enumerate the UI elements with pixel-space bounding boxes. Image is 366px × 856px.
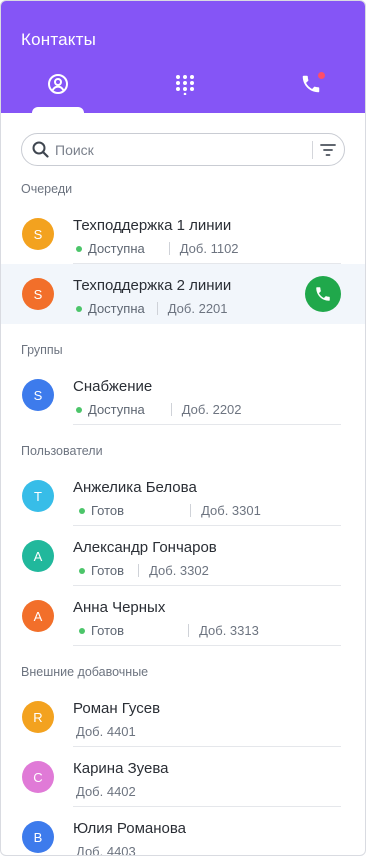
tab-bar [1,65,365,113]
extension: Доб. 2201 [167,301,228,316]
status-dot [79,567,85,574]
status-text: Доступна [88,301,145,316]
status-dot [79,507,85,514]
avatar: C [22,761,54,793]
list-item[interactable]: T Анжелика Белова Готов Доб. 3301 [1,466,365,526]
section-title-groups: Группы [21,343,63,357]
contact-name: Роман Гусев [73,700,161,717]
list-item[interactable]: C Карина Зуева Доб. 4402 [1,747,365,807]
page-title: Контакты [21,30,97,49]
meta-divider [170,403,172,416]
avatar: S [22,218,54,250]
contact-meta: Доступна Доб. 1102 [76,241,239,256]
contact-meta: Готов Доб. 3313 [79,623,259,638]
status-dot [76,406,82,413]
avatar: S [22,278,54,310]
status-text: Доступна [88,402,145,417]
search-divider [312,141,313,159]
avatar: A [22,540,54,572]
avatar: R [22,701,54,733]
filter-icon[interactable] [319,142,337,158]
list-external: R Роман Гусев Доб. 4401 C Карина Зуева Д… [1,687,365,856]
status-text: Доступна [88,241,145,256]
list-item[interactable]: B Юлия Романова Доб. 4403 [1,807,365,856]
list-item[interactable]: S Техподдержка 1 линии Доступна Доб. 110… [1,204,365,264]
status-dot [76,245,82,252]
tab-contacts[interactable] [32,65,84,113]
status-text: Готов [91,503,125,518]
phone-icon [316,287,330,301]
list-queues: S Техподдержка 1 линии Доступна Доб. 110… [1,204,365,324]
extension: Доб. 3301 [201,503,261,518]
contact-meta: Доб. 4401 [76,724,136,739]
avatar: S [22,379,54,411]
contact-name: Техподдержка 1 линии [73,217,232,234]
meta-divider [138,564,140,577]
list-item[interactable]: S Снабжение Доступна Доб. 2202 [1,365,365,425]
status-text: Готов [91,563,125,578]
header: Контакты [1,1,365,113]
contact-name: Александр Гончаров [73,539,217,556]
list-groups: S Снабжение Доступна Доб. 2202 [1,365,365,425]
contact-name: Анжелика Белова [73,479,197,496]
search-input[interactable] [55,141,295,158]
contact-name: Снабжение [73,378,153,395]
meta-divider [188,624,190,637]
status-text: Готов [91,623,125,638]
contact-meta: Доб. 4403 [76,844,136,856]
meta-divider [168,242,170,255]
dialpad-icon [175,75,194,95]
contact-name: Анна Черных [73,599,166,616]
list-item[interactable]: A Анна Черных Готов Доб. 3313 [1,586,365,646]
status-dot [76,305,82,312]
search-icon [32,141,49,158]
section-title-users: Пользователи [21,444,103,458]
list-users: T Анжелика Белова Готов Доб. 3301 A Алек… [1,466,365,646]
call-button[interactable] [305,276,341,312]
contact-name: Юлия Романова [73,820,187,837]
section-title-queues: Очереди [21,182,73,196]
contact-meta: Готов Доб. 3301 [79,503,261,518]
contact-meta: Доступна Доб. 2201 [76,301,228,316]
contact-meta: Готов Доб. 3302 [79,563,209,578]
contact-meta: Доб. 4402 [76,784,136,799]
extension: Доб. 1102 [179,241,239,256]
meta-divider [190,504,192,517]
notification-dot [318,72,325,79]
extension: Доб. 3302 [149,563,209,578]
avatar: A [22,600,54,632]
contact-meta: Доступна Доб. 2202 [76,402,242,417]
contact-name: Карина Зуева [73,760,169,777]
status-dot [79,627,85,634]
extension: Доб. 4401 [76,724,136,739]
avatar: B [22,821,54,853]
avatar: T [22,480,54,512]
search-area [1,113,365,166]
contact-profile-icon [48,74,68,94]
list-item[interactable]: A Александр Гончаров Готов Доб. 3302 [1,526,365,586]
meta-divider [156,302,158,315]
extension: Доб. 3313 [199,623,259,638]
extension: Доб. 4403 [76,844,136,856]
extension: Доб. 2202 [181,402,242,417]
tab-dialpad[interactable] [159,65,211,113]
list-item[interactable]: R Роман Гусев Доб. 4401 [1,687,365,747]
section-title-external: Внешние добавочные [21,665,149,679]
extension: Доб. 4402 [76,784,136,799]
list-item[interactable]: S Техподдержка 2 линии Доступна Доб. 220… [1,264,365,324]
contacts-app: Контакты Поиск Очереди S Техподдержка 1 … [0,0,366,856]
search-box [21,133,345,166]
tab-calls[interactable] [285,65,337,113]
contact-name: Техподдержка 2 линии [73,277,232,294]
